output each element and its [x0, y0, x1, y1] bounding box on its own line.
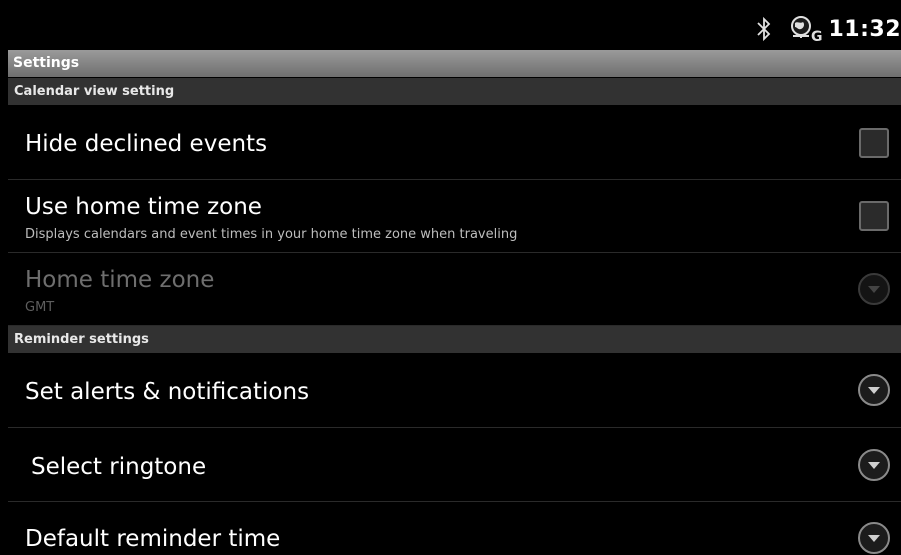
dropdown-arrow-icon[interactable] [857, 521, 891, 555]
pref-title: Use home time zone [25, 194, 262, 220]
status-icons: G 11:32 [754, 8, 901, 50]
pref-title: Home time zone [25, 267, 215, 293]
pref-title: Select ringtone [31, 454, 207, 480]
bluetooth-icon [757, 16, 771, 42]
network-type-label: G [810, 29, 823, 45]
pref-title: Set alerts & notifications [25, 379, 310, 405]
dropdown-arrow-icon [858, 273, 890, 305]
pref-set-alerts-notifications[interactable]: Set alerts & notifications [8, 353, 901, 428]
section-header-calendar-view: Calendar view setting [8, 78, 901, 105]
use-home-time-zone-checkbox[interactable] [859, 201, 889, 231]
screen-title: Settings [8, 50, 901, 77]
section-header-reminder: Reminder settings [8, 326, 901, 353]
status-bar: G 11:32 [8, 8, 901, 50]
hide-declined-checkbox[interactable] [859, 128, 889, 158]
pref-title: Default reminder time [25, 526, 281, 552]
pref-summary: GMT [25, 300, 55, 315]
pref-title: Hide declined events [25, 131, 268, 157]
pref-use-home-time-zone[interactable]: Use home time zone Displays calendars an… [8, 180, 901, 253]
pref-home-time-zone: Home time zone GMT [8, 253, 901, 326]
dropdown-arrow-icon[interactable] [857, 373, 891, 407]
pref-default-reminder-time[interactable]: Default reminder time [8, 502, 901, 554]
pref-select-ringtone[interactable]: Select ringtone [8, 428, 901, 502]
gps-g-network-icon: G [788, 15, 822, 45]
pref-hide-declined-events[interactable]: Hide declined events [8, 105, 901, 180]
status-clock: 11:32 [828, 16, 901, 42]
dropdown-arrow-icon[interactable] [857, 448, 891, 482]
pref-summary: Displays calendars and event times in yo… [25, 227, 518, 242]
